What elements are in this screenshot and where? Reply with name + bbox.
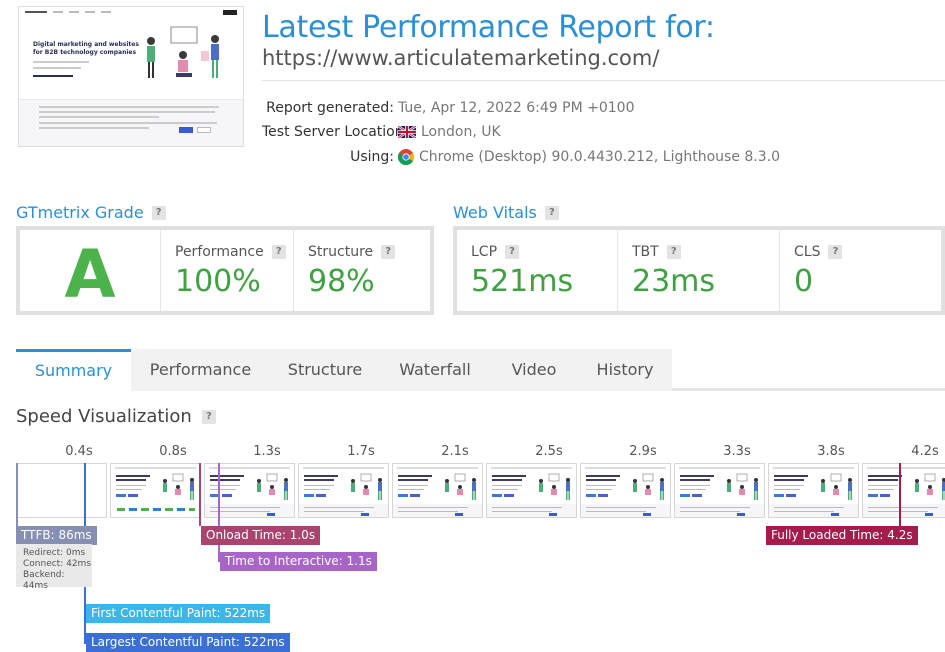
tti-marker-line [218, 463, 220, 562]
tbt-label: TBT [632, 244, 659, 260]
filmstrip-frame[interactable] [392, 463, 483, 518]
filmstrip-frame[interactable] [674, 463, 765, 518]
help-icon[interactable]: ? [381, 245, 396, 259]
gtmetrix-grade-panel: A Performance? 100% Structure? 98% [16, 226, 434, 315]
help-icon[interactable]: ? [505, 245, 520, 259]
using-row: Using: Chrome (Desktop) 90.0.4430.212, L… [262, 149, 780, 165]
thumbnail-headline: Digital marketing and websites for B2B t… [33, 41, 139, 56]
filmstrip-frame[interactable] [862, 463, 945, 518]
meta-key: Using: [350, 149, 394, 165]
filmstrip-frame[interactable] [768, 463, 859, 518]
web-vitals-label: Web Vitals ? [453, 203, 559, 222]
first-contentful-paint-tag: First Contentful Paint: 522ms [86, 604, 271, 623]
filmstrip-frame[interactable] [580, 463, 671, 518]
time-to-interactive-tag: Time to Interactive: 1.1s [220, 552, 377, 571]
thumbnail-cookie-banner [19, 99, 243, 146]
tbt-value: 23ms [632, 264, 716, 299]
test-server-location-row: Test Server Location: London, UK [262, 124, 501, 140]
cls-cell: CLS? 0 [779, 230, 941, 311]
meta-key: Test Server Location: [262, 124, 409, 140]
grade-letter: A [64, 236, 116, 313]
meta-value: Tue, Apr 12, 2022 6:49 PM +0100 [398, 100, 635, 116]
tab-video[interactable]: Video [490, 349, 578, 391]
ttfb-marker-line [16, 463, 18, 526]
timeline-time-label: 2.5s [535, 444, 563, 459]
report-generated-row: Report generated: Tue, Apr 12, 2022 6:49… [262, 100, 635, 116]
structure-value: 98% [308, 264, 375, 299]
performance-cell: Performance? 100% [160, 230, 293, 311]
speed-visualization-title: Speed Visualization ? [16, 406, 216, 427]
grade-cell: A [20, 230, 160, 313]
meta-value: Chrome (Desktop) 90.0.4430.212, Lighthou… [419, 149, 781, 165]
filmstrip-frame[interactable] [110, 463, 201, 518]
timeline-time-label: 1.3s [253, 444, 281, 459]
ttfb-tag: TTFB: 86ms [16, 526, 97, 545]
tab-waterfall[interactable]: Waterfall [380, 349, 490, 391]
cls-label: CLS [794, 244, 821, 260]
tab-summary[interactable]: Summary [16, 349, 131, 391]
redirect-time: Redirect: 0ms [23, 548, 86, 558]
lcp-label: LCP [471, 244, 498, 260]
help-icon[interactable]: ? [828, 245, 843, 259]
fully-loaded-time-tag: Fully Loaded Time: 4.2s [766, 526, 918, 545]
timeline-time-label: 4.2s [911, 444, 939, 459]
uk-flag-icon [398, 126, 416, 138]
connect-time: Connect: 42ms [23, 559, 92, 569]
timeline-time-label: 3.3s [723, 444, 751, 459]
thumbnail-nav [19, 7, 243, 17]
timeline-time-label: 1.7s [347, 444, 375, 459]
report-title: Latest Performance Report for: [262, 10, 715, 45]
performance-value: 100% [175, 264, 261, 299]
help-icon[interactable]: ? [544, 205, 559, 220]
structure-cell: Structure? 98% [293, 230, 430, 311]
performance-label: Performance [175, 244, 264, 260]
lcp-cell: LCP? 521ms [457, 230, 617, 311]
help-icon[interactable]: ? [271, 245, 286, 259]
cls-value: 0 [794, 264, 814, 299]
timeline-time-label: 2.9s [629, 444, 657, 459]
filmstrip-frame[interactable] [16, 463, 107, 518]
backend-time: Backend: 44ms [23, 570, 65, 591]
filmstrip-frame[interactable] [298, 463, 389, 518]
onload-time-tag: Onload Time: 1.0s [201, 526, 321, 545]
header-divider [262, 80, 945, 81]
chrome-icon [398, 149, 414, 165]
timeline-time-label: 3.8s [817, 444, 845, 459]
structure-label: Structure [308, 244, 374, 260]
web-vitals-panel: LCP? 521ms TBT? 23ms CLS? 0 [453, 226, 945, 315]
help-icon[interactable]: ? [151, 205, 166, 220]
lcp-value: 521ms [471, 264, 574, 299]
onload-marker-line [199, 463, 201, 526]
help-icon[interactable]: ? [666, 245, 681, 259]
report-tabs: Summary Performance Structure Waterfall … [16, 349, 945, 391]
tab-structure[interactable]: Structure [270, 349, 380, 391]
timeline-time-label: 2.1s [441, 444, 469, 459]
timeline-time-label: 0.4s [65, 444, 93, 459]
tab-history[interactable]: History [578, 349, 672, 391]
page-screenshot-thumbnail[interactable]: Digital marketing and websites for B2B t… [18, 6, 244, 147]
gtmetrix-grade-label: GTmetrix Grade ? [16, 203, 166, 222]
filmstrip-frame[interactable] [486, 463, 577, 518]
tbt-cell: TBT? 23ms [617, 230, 779, 311]
help-icon[interactable]: ? [201, 409, 216, 424]
meta-key: Report generated: [266, 100, 394, 116]
report-url[interactable]: https://www.articulatemarketing.com/ [262, 46, 659, 70]
fully-loaded-marker-line [899, 463, 901, 526]
largest-contentful-paint-tag: Largest Contentful Paint: 522ms [86, 633, 290, 652]
timeline-time-label: 0.8s [159, 444, 187, 459]
ttfb-breakdown: Redirect: 0ms Connect: 42ms Backend: 44m… [16, 544, 92, 591]
thumbnail-illustration [147, 26, 219, 78]
tab-performance[interactable]: Performance [131, 349, 270, 391]
meta-value: London, UK [421, 124, 501, 140]
